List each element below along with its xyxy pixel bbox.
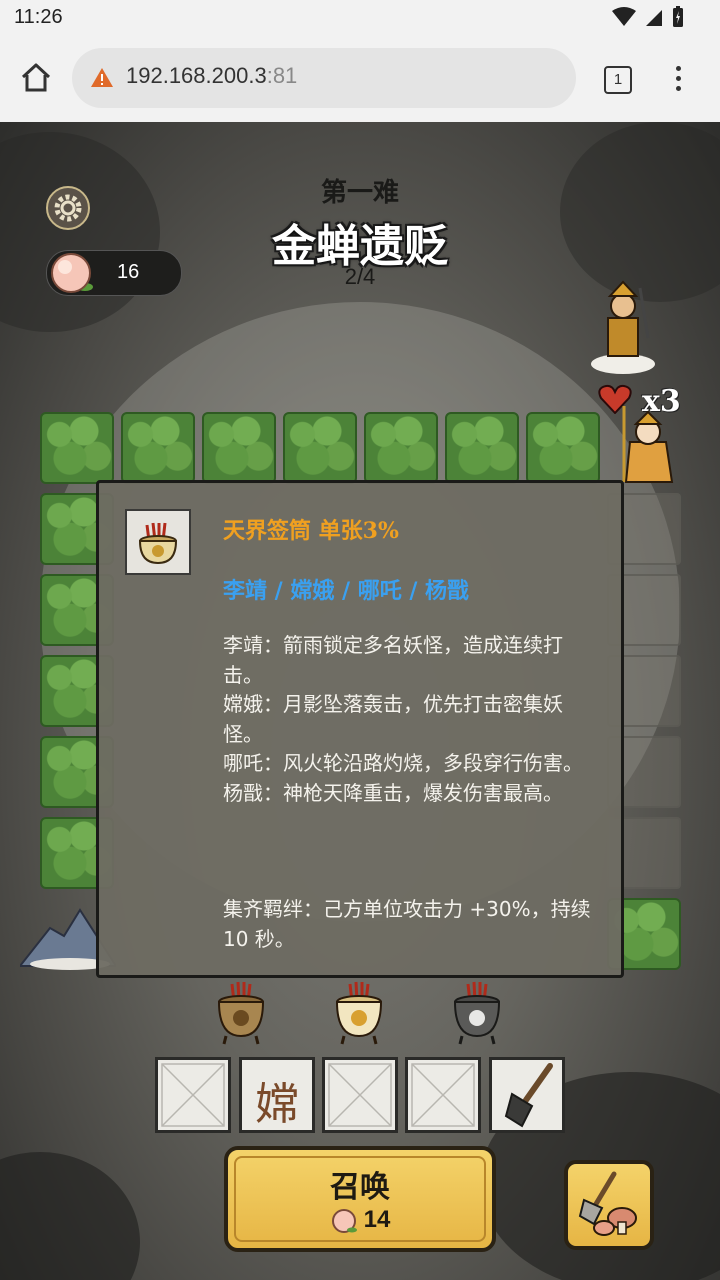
stage-subtitle: 第一难 [320, 178, 399, 208]
bond-description: 集齐羁绊：己方单位攻击力 +30%，持续 10 秒。 [223, 897, 591, 951]
summon-cost-value: 14 [363, 1206, 391, 1233]
hero-list: 李靖 / 嫦娥 / 哪吒 / 杨戬 [223, 578, 470, 604]
hero-description: 哪吒：风火轮沿路灼烧，多段穿行伤害。 [223, 751, 583, 775]
signal-icon [646, 10, 662, 26]
battery-icon [673, 6, 683, 27]
hand-slot-card[interactable]: 嫦 [239, 1057, 315, 1133]
shovel-icon [504, 1063, 553, 1128]
hero-description: 嫦娥：月影坠落轰击，优先打击密集妖怪。 [223, 692, 563, 746]
bush-tile [202, 412, 276, 484]
wifi-icon [612, 7, 636, 26]
home-icon[interactable] [18, 60, 54, 96]
bush-tile [364, 412, 438, 484]
bush-tile [445, 412, 519, 484]
empty-slot-icon [328, 1063, 392, 1127]
hand-slot-empty[interactable] [155, 1057, 231, 1133]
hand-card-label: 嫦 [255, 1079, 299, 1130]
rock-decoration-bottom-left [0, 1152, 140, 1280]
url-port: :81 [266, 63, 298, 88]
game-canvas: 16 第一难 金蝉遗贬 2/4 x3 天界签筒 单张3% 李靖 / 嫦娥 / 哪… [0, 122, 720, 1280]
bush-tile [40, 412, 114, 484]
cauldron-icon [138, 522, 178, 565]
hero-descriptions: 李靖：箭雨锁定多名妖怪，造成连续打击。 嫦娥：月影坠落轰击，优先打击密集妖怪。 … [223, 631, 599, 808]
card-info-panel[interactable]: 天界签筒 单张3% 李靖 / 嫦娥 / 哪吒 / 杨戬 李靖：箭雨锁定多名妖怪，… [96, 480, 624, 978]
warning-icon[interactable] [90, 66, 114, 90]
dark-cauldron[interactable] [442, 980, 512, 1046]
address-bar[interactable]: 192.168.200.3:81 [72, 48, 576, 108]
hero-description: 杨戬：神枪天降重击，爆发伤害最高。 [223, 780, 563, 805]
url-text[interactable]: 192.168.200.3:81 [126, 63, 297, 89]
summon-label: 召唤 [330, 1170, 390, 1205]
golden-cauldron[interactable] [324, 980, 394, 1046]
more-menu-icon[interactable] [672, 66, 684, 94]
status-bar: 11:26 [0, 0, 720, 36]
peach-icon [331, 1209, 357, 1233]
bush-tile [526, 412, 600, 484]
summon-button[interactable]: 召唤 14 [224, 1146, 496, 1252]
shovel-mushroom-icon [578, 1171, 637, 1236]
card-pool-title: 天界签筒 单张3% [223, 518, 399, 544]
warrior-character [591, 280, 655, 374]
bush-tile [283, 412, 357, 484]
url-host: 192.168.200.3 [126, 63, 267, 88]
card-pool-thumbnail [125, 509, 191, 575]
status-time: 11:26 [14, 6, 63, 28]
bush-tile [121, 412, 195, 484]
summon-cost: 14 [228, 1206, 492, 1234]
empty-slot-icon [411, 1063, 475, 1127]
hero-description: 李靖：箭雨锁定多名妖怪，造成连续打击。 [223, 633, 563, 687]
browser-toolbar: 192.168.200.3:81 1 [0, 36, 720, 123]
bronze-cauldron[interactable] [206, 980, 276, 1046]
hand-slot-shovel[interactable] [489, 1057, 565, 1133]
hand-slot-empty[interactable] [405, 1057, 481, 1133]
empty-slot-icon [161, 1063, 225, 1127]
status-icons [612, 6, 684, 28]
tab-switcher-button[interactable]: 1 [604, 66, 632, 94]
shovel-button[interactable] [564, 1160, 654, 1250]
hand-slot-empty[interactable] [322, 1057, 398, 1133]
monk-character [622, 406, 674, 483]
